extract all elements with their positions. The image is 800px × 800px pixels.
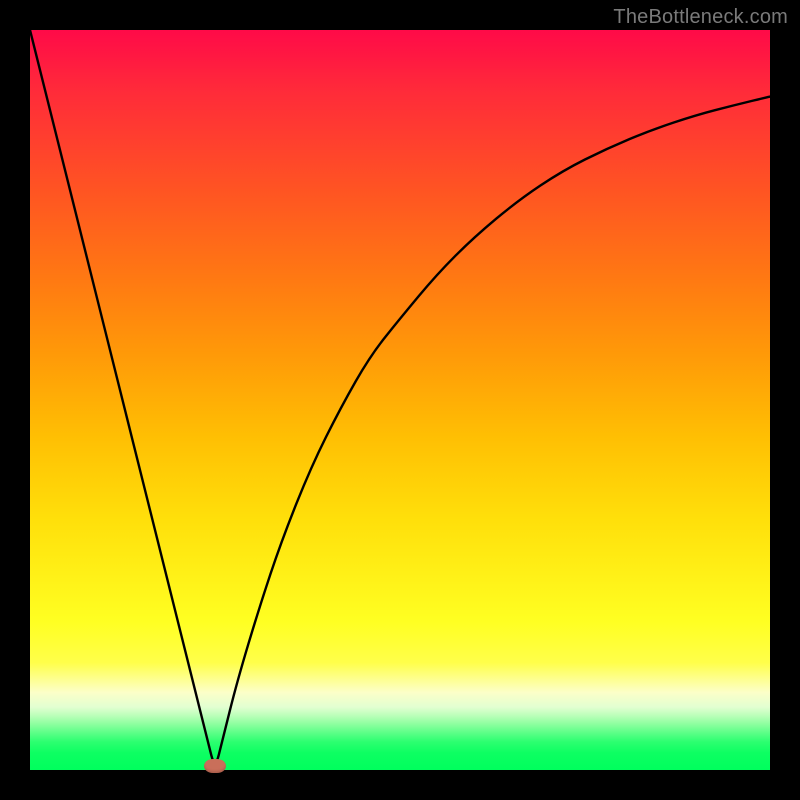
- bottleneck-curve: [30, 30, 770, 770]
- watermark-text: TheBottleneck.com: [613, 6, 788, 29]
- chart-frame: TheBottleneck.com: [0, 0, 800, 800]
- minimum-marker: [204, 759, 226, 773]
- chart-plot-area: [30, 30, 770, 770]
- curve-path: [30, 30, 770, 763]
